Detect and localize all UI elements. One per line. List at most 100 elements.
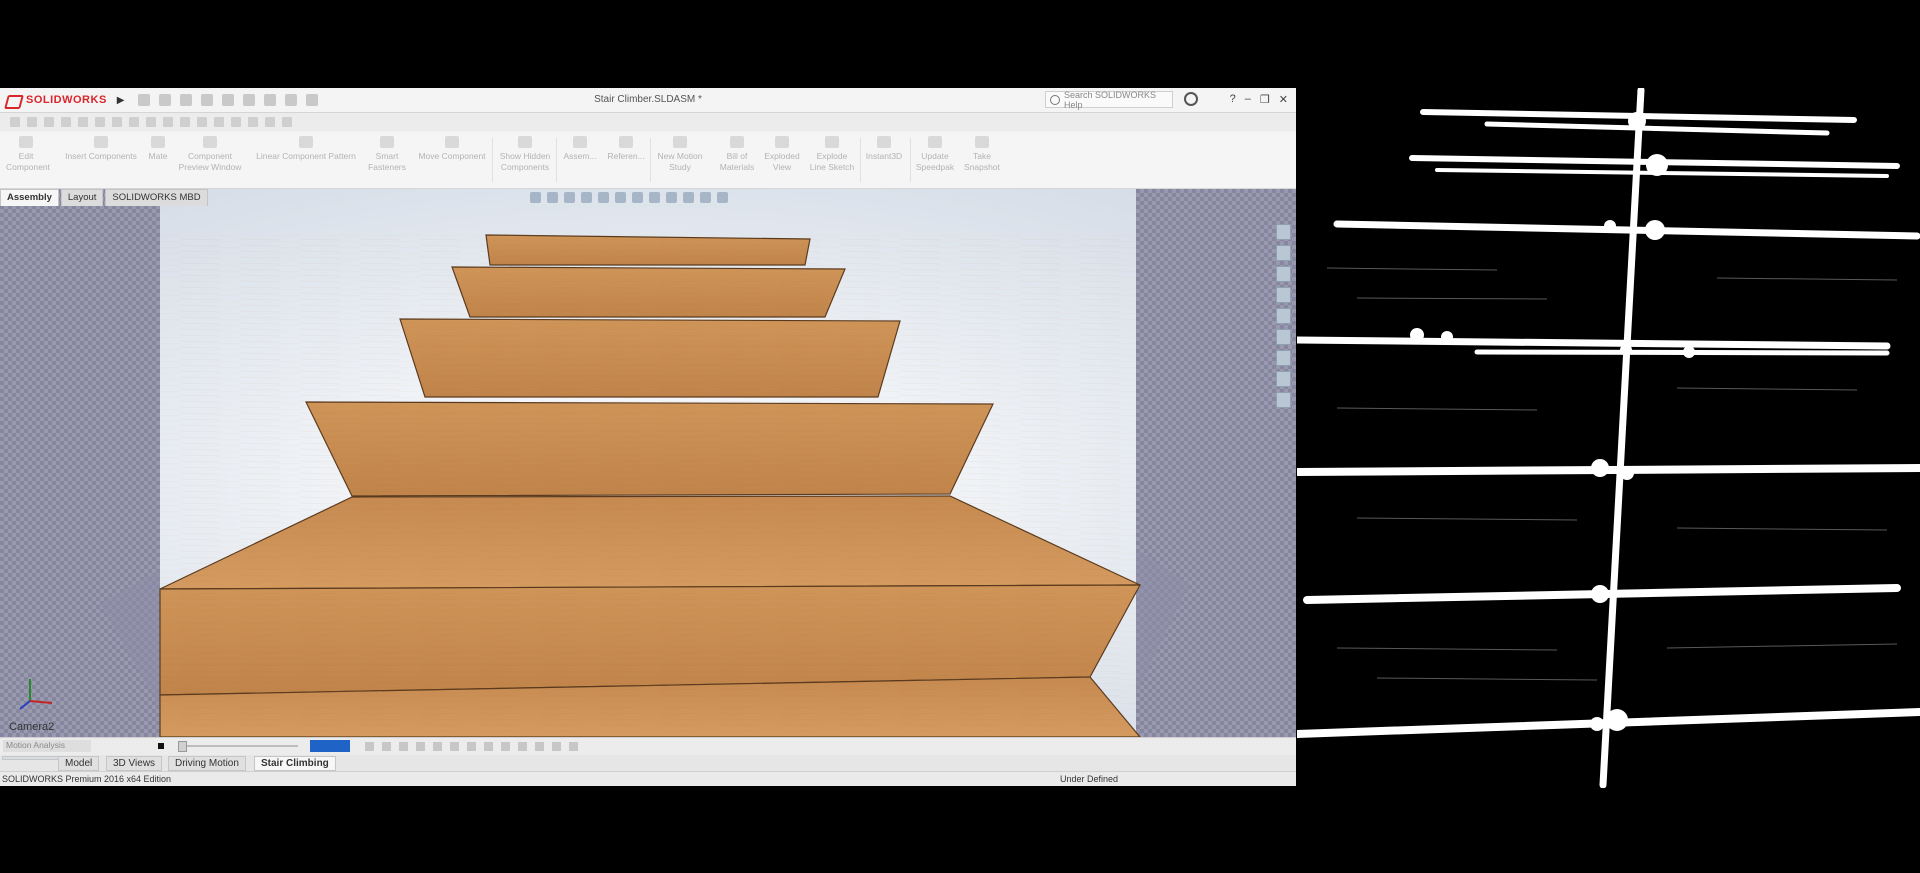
toolbar-icon[interactable] [214, 117, 224, 127]
resources-icon[interactable] [1276, 224, 1291, 240]
exploded-view-icon [775, 136, 789, 148]
appearances-icon[interactable] [1276, 308, 1291, 324]
toolbar-icon[interactable] [61, 117, 71, 127]
explode-line-sketch-icon [825, 136, 839, 148]
view-orientation-icon[interactable] [615, 192, 626, 203]
tab-assembly[interactable]: Assembly [0, 189, 59, 206]
playback-slider[interactable] [178, 745, 298, 747]
cmd-label: New Motion [657, 151, 703, 161]
take-snapshot-button[interactable]: Take Snapshot [960, 136, 1004, 173]
section-view-icon[interactable] [581, 192, 592, 203]
toolbar-icon[interactable] [197, 117, 207, 127]
mate-button[interactable]: Mate [140, 136, 176, 162]
toolbar-icon[interactable] [248, 117, 258, 127]
results-plots-icon[interactable] [552, 742, 561, 751]
toolbar-icon[interactable] [180, 117, 190, 127]
zoom-area-icon[interactable] [547, 192, 558, 203]
file-explorer-icon[interactable] [1276, 266, 1291, 282]
toolbar-icon[interactable] [146, 117, 156, 127]
motion-tools [365, 742, 578, 751]
cmd-label: Assem... [563, 151, 597, 161]
tab-3d-views[interactable]: 3D Views [106, 756, 163, 771]
display-style-icon[interactable] [632, 192, 643, 203]
help-search-input[interactable]: Search SOLIDWORKS Help [1045, 90, 1173, 110]
animation-wizard-icon[interactable] [399, 742, 408, 751]
force-icon[interactable] [501, 742, 510, 751]
spring-icon[interactable] [467, 742, 476, 751]
tab-stair-climbing[interactable]: Stair Climbing [254, 756, 336, 771]
solidworks-window: SOLIDWORKS ▶ Stair Climber.SLDASM * Sear… [0, 88, 1296, 786]
update-speedpak-button[interactable]: Update Speedpak [910, 136, 960, 173]
toolbar-icon[interactable] [95, 117, 105, 127]
playback-slider-handle[interactable] [178, 741, 187, 752]
toolbar-icon[interactable] [44, 117, 54, 127]
toolbar-icon[interactable] [163, 117, 173, 127]
tab-driving-motion[interactable]: Driving Motion [168, 756, 246, 771]
graphics-area[interactable]: Camera2 [0, 189, 1296, 737]
motor-icon[interactable] [450, 742, 459, 751]
toolbar-icon[interactable] [112, 117, 122, 127]
exploded-view-button[interactable]: Exploded View [756, 136, 808, 173]
close-icon[interactable]: ✕ [1279, 93, 1288, 106]
move-component-button[interactable]: Move Component [410, 136, 494, 162]
search-commands-icon[interactable] [1184, 92, 1198, 106]
smart-fasteners-button[interactable]: Smart Fasteners [364, 136, 410, 173]
solidworks-3dcontent-icon[interactable] [1276, 371, 1291, 387]
toolbar-icon[interactable] [231, 117, 241, 127]
minimize-icon[interactable]: – [1245, 93, 1251, 106]
forum-icon[interactable] [1276, 350, 1291, 366]
cmd-label: Exploded [764, 151, 800, 161]
hide-show-icon[interactable] [649, 192, 660, 203]
separator [650, 138, 651, 182]
view-settings-icon[interactable] [700, 192, 711, 203]
tab-solidworks-mbd[interactable]: SOLIDWORKS MBD [105, 189, 208, 206]
stop-icon[interactable] [158, 743, 164, 749]
new-motion-study-button[interactable]: New Motion Study [652, 136, 708, 173]
gravity-icon[interactable] [535, 742, 544, 751]
edit-appearance-icon[interactable] [666, 192, 677, 203]
show-hidden-button[interactable]: Show Hidden Components [494, 136, 556, 173]
study-properties-icon[interactable] [569, 742, 578, 751]
component-preview-icon [203, 136, 217, 148]
tab-model[interactable]: Model [58, 756, 100, 771]
explode-line-sketch-button[interactable]: Explode Line Sketch [802, 136, 862, 173]
toolbar-icon[interactable] [27, 117, 37, 127]
component-preview-button[interactable]: Component Preview Window [172, 136, 248, 173]
assembly-features-button[interactable]: Assem... [558, 136, 602, 162]
add-key-icon[interactable] [433, 742, 442, 751]
plugins-icon[interactable] [1276, 392, 1291, 408]
tab-navigation[interactable] [2, 756, 62, 760]
zoom-to-fit-icon[interactable] [530, 192, 541, 203]
design-library-icon[interactable] [1276, 245, 1291, 261]
playback-mode-icon[interactable] [365, 742, 374, 751]
reference-geometry-button[interactable]: Referen... [602, 136, 650, 162]
toolbar-icon[interactable] [129, 117, 139, 127]
toolbar-icon[interactable] [10, 117, 20, 127]
cmd-label: Edit [18, 151, 34, 161]
previous-view-icon[interactable] [564, 192, 575, 203]
autokey-icon[interactable] [416, 742, 425, 751]
instant3d-button[interactable]: Instant3D [860, 136, 908, 162]
toolbar-icon[interactable] [282, 117, 292, 127]
view-palette-icon[interactable] [1276, 287, 1291, 303]
apply-scene-icon[interactable] [683, 192, 694, 203]
restore-icon[interactable]: ❐ [1260, 93, 1270, 106]
monitor-icon[interactable] [717, 192, 728, 203]
separator [556, 138, 557, 182]
custom-properties-icon[interactable] [1276, 329, 1291, 345]
playback-speed-select[interactable] [310, 740, 350, 752]
toolbar-icon[interactable] [265, 117, 275, 127]
tab-layout[interactable]: Layout [60, 189, 104, 206]
help-icon[interactable]: ? [1230, 93, 1236, 106]
save-animation-icon[interactable] [382, 742, 391, 751]
study-type-select[interactable]: Motion Analysis [3, 740, 91, 752]
toolbar-icon[interactable] [78, 117, 88, 127]
linear-pattern-button[interactable]: Linear Component Pattern [248, 136, 364, 162]
camera-icon [975, 136, 989, 148]
insert-components-button[interactable]: Insert Components [58, 136, 144, 162]
dynamic-annotation-icon[interactable] [598, 192, 609, 203]
contact-icon[interactable] [518, 742, 527, 751]
status-bar: SOLIDWORKS Premium 2016 x64 Edition Unde… [0, 771, 1296, 786]
damper-icon[interactable] [484, 742, 493, 751]
edit-component-button[interactable]: Edit Component [6, 136, 50, 173]
